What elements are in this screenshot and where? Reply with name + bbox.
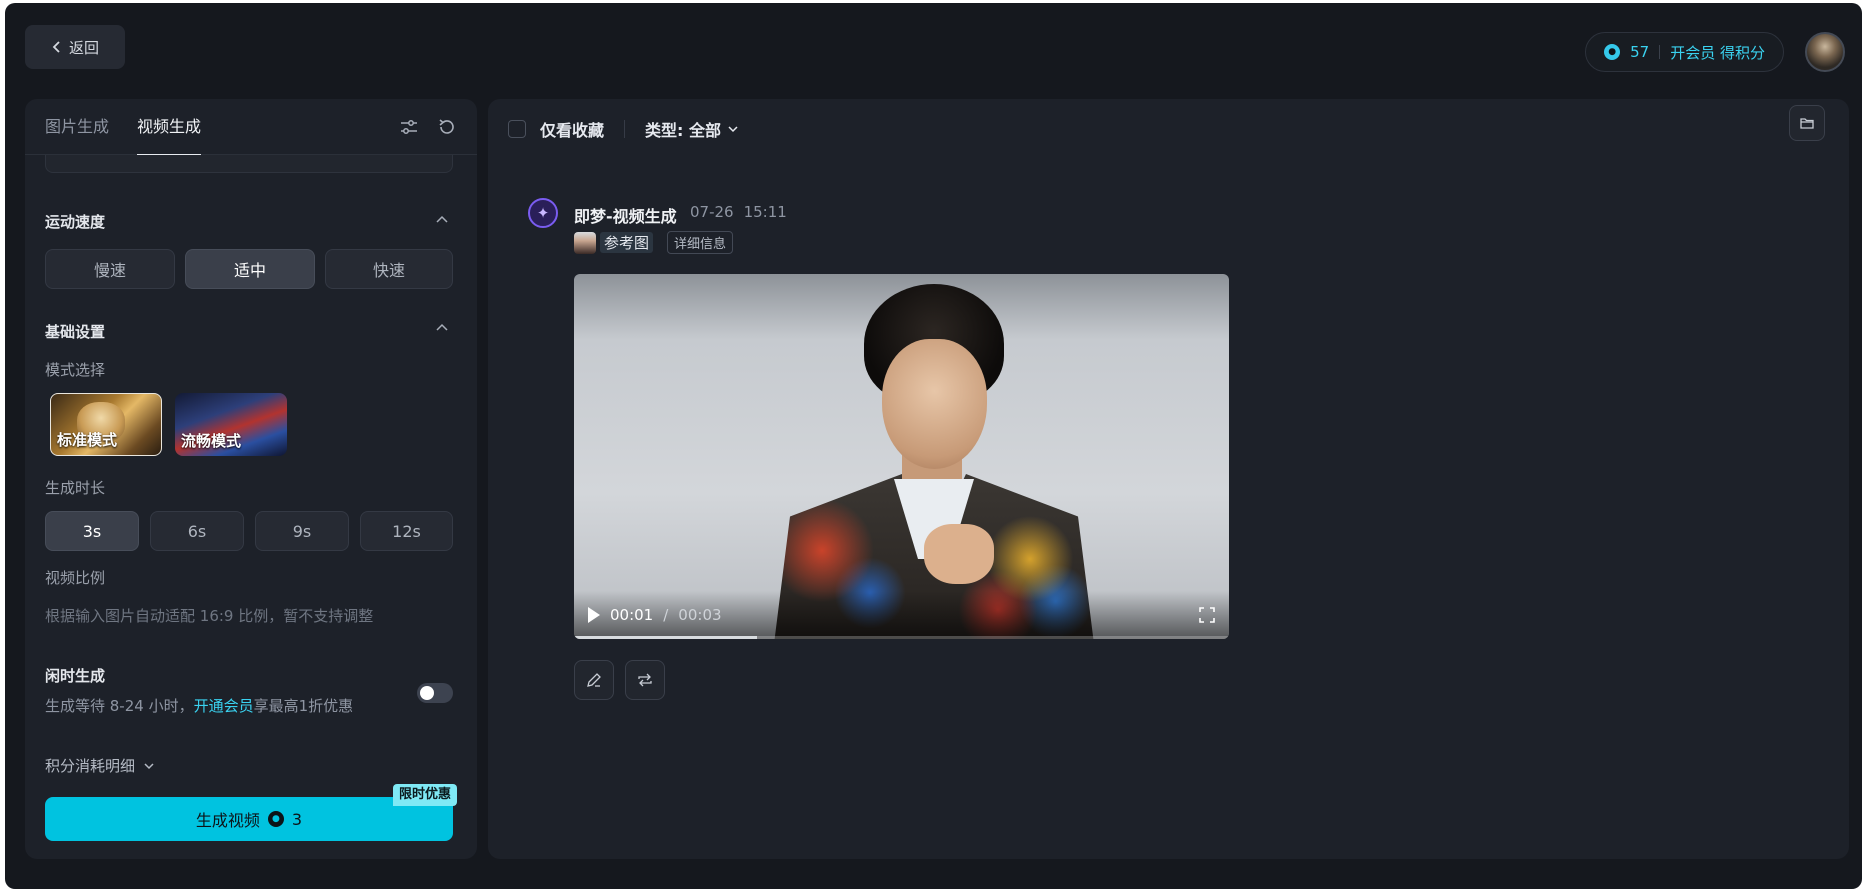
toggle-knob (420, 686, 434, 700)
vip-link[interactable]: 开会员 得积分 (1670, 42, 1765, 63)
chevron-up-icon[interactable] (435, 321, 449, 335)
video-progress-bar[interactable] (574, 636, 1229, 639)
generation-title: 即梦-视频生成 (574, 207, 677, 226)
edit-icon (587, 673, 601, 687)
cost-details-dropdown[interactable]: 积分消耗明细 (45, 755, 155, 776)
star-spark-icon: ✦ (528, 198, 558, 228)
folder-icon (1800, 118, 1814, 129)
divider (1659, 45, 1661, 59)
generate-video-button[interactable]: 生成视频 ● 3 (45, 797, 453, 841)
regenerate-button[interactable] (625, 660, 665, 700)
type-filter-dropdown[interactable]: 类型: 全部 (645, 117, 739, 141)
generation-date: 07-26 (690, 203, 734, 221)
video-duration: 00:03 (678, 606, 722, 624)
chevron-down-icon (728, 126, 738, 133)
mode-standard-label: 标准模式 (57, 431, 118, 449)
mode-select-label: 模式选择 (45, 361, 106, 379)
results-panel: 仅看收藏 类型: 全部 ✦ 即梦-视频生成 07-26 15:11 参考图 详细… (488, 99, 1849, 859)
duration-3s-button[interactable]: 3s (45, 511, 139, 551)
reference-label[interactable]: 参考图 (600, 232, 654, 253)
chevron-up-icon[interactable] (435, 213, 449, 227)
coin-icon: ● (1604, 44, 1621, 60)
app-window: 返回 ● 57 开会员 得积分 图片生成 视频生成 运动速度 慢速 适中 快速 … (5, 3, 1862, 889)
favorites-label[interactable]: 仅看收藏 (540, 117, 604, 141)
detail-info-button[interactable]: 详细信息 (667, 231, 734, 254)
type-filter-label: 类型: 全部 (645, 121, 721, 140)
coin-icon: ● (267, 811, 284, 827)
sliders-icon[interactable] (399, 117, 419, 137)
video-progress-fill (574, 636, 758, 639)
video-controls: 00:01 / 00:03 (574, 591, 1229, 639)
video-player[interactable]: 00:01 / 00:03 (574, 274, 1229, 639)
speed-fast-button[interactable]: 快速 (325, 249, 453, 289)
folder-button[interactable] (1789, 105, 1825, 141)
duration-6s-button[interactable]: 6s (150, 511, 244, 551)
generation-time: 15:11 (743, 203, 787, 221)
ratio-description: 根据输入图片自动适配 16:9 比例，暂不支持调整 (45, 607, 374, 625)
mode-smooth-card[interactable]: 流畅模式 (175, 393, 287, 456)
mode-standard-card[interactable]: 标准模式 (50, 393, 162, 456)
play-icon[interactable] (588, 607, 600, 623)
cost-details-label: 积分消耗明细 (45, 757, 136, 775)
credits-value: 57 (1630, 43, 1650, 61)
speed-slow-button[interactable]: 慢速 (45, 249, 175, 289)
tab-bar: 图片生成 视频生成 (25, 99, 477, 156)
tab-video-generation[interactable]: 视频生成 (137, 99, 202, 156)
repeat-icon (638, 673, 652, 687)
duration-label: 生成时长 (45, 479, 106, 497)
credits-pill[interactable]: ● 57 开会员 得积分 (1585, 32, 1784, 72)
time-separator: / (663, 606, 669, 624)
prompt-input-stub[interactable] (45, 155, 453, 173)
idle-desc-prefix: 生成等待 8-24 小时， (45, 697, 194, 715)
idle-generation-title: 闲时生成 (45, 667, 106, 685)
duration-9s-button[interactable]: 9s (255, 511, 349, 551)
filter-bar: 仅看收藏 类型: 全部 (508, 115, 739, 143)
fullscreen-icon[interactable] (1199, 607, 1215, 623)
edit-button[interactable] (574, 660, 614, 700)
divider (624, 120, 626, 138)
reference-row: 参考图 详细信息 (574, 231, 734, 254)
favorites-checkbox[interactable] (508, 120, 526, 138)
ratio-label: 视频比例 (45, 569, 106, 587)
idle-generation-toggle[interactable] (417, 683, 453, 703)
reference-thumbnail[interactable] (574, 231, 596, 254)
generate-cost: 3 (291, 809, 303, 829)
video-frame-person (774, 284, 1094, 639)
speed-medium-button[interactable]: 适中 (185, 249, 315, 289)
back-label: 返回 (68, 38, 99, 57)
generate-label: 生成视频 (195, 811, 260, 830)
back-button[interactable]: 返回 (25, 25, 125, 69)
promo-badge: 限时优惠 (392, 784, 457, 806)
idle-desc-suffix: 享最高1折优惠 (253, 697, 354, 715)
refresh-icon[interactable] (437, 117, 457, 137)
tab-image-generation[interactable]: 图片生成 (45, 99, 109, 155)
chevron-left-icon (52, 41, 60, 53)
avatar[interactable] (1805, 32, 1845, 72)
mode-smooth-label: 流畅模式 (181, 432, 242, 450)
settings-panel: 图片生成 视频生成 运动速度 慢速 适中 快速 基础设置 模式选择 标准模式 流… (25, 99, 477, 859)
open-vip-link[interactable]: 开通会员 (194, 697, 254, 715)
duration-12s-button[interactable]: 12s (360, 511, 453, 551)
video-current-time: 00:01 (610, 606, 654, 624)
basic-settings-title: 基础设置 (45, 323, 106, 341)
idle-generation-description: 生成等待 8-24 小时，开通会员享最高1折优惠 (45, 695, 353, 716)
generation-timestamp: 07-26 15:11 (690, 203, 787, 221)
motion-speed-title: 运动速度 (45, 213, 106, 231)
chevron-down-icon (144, 762, 154, 769)
